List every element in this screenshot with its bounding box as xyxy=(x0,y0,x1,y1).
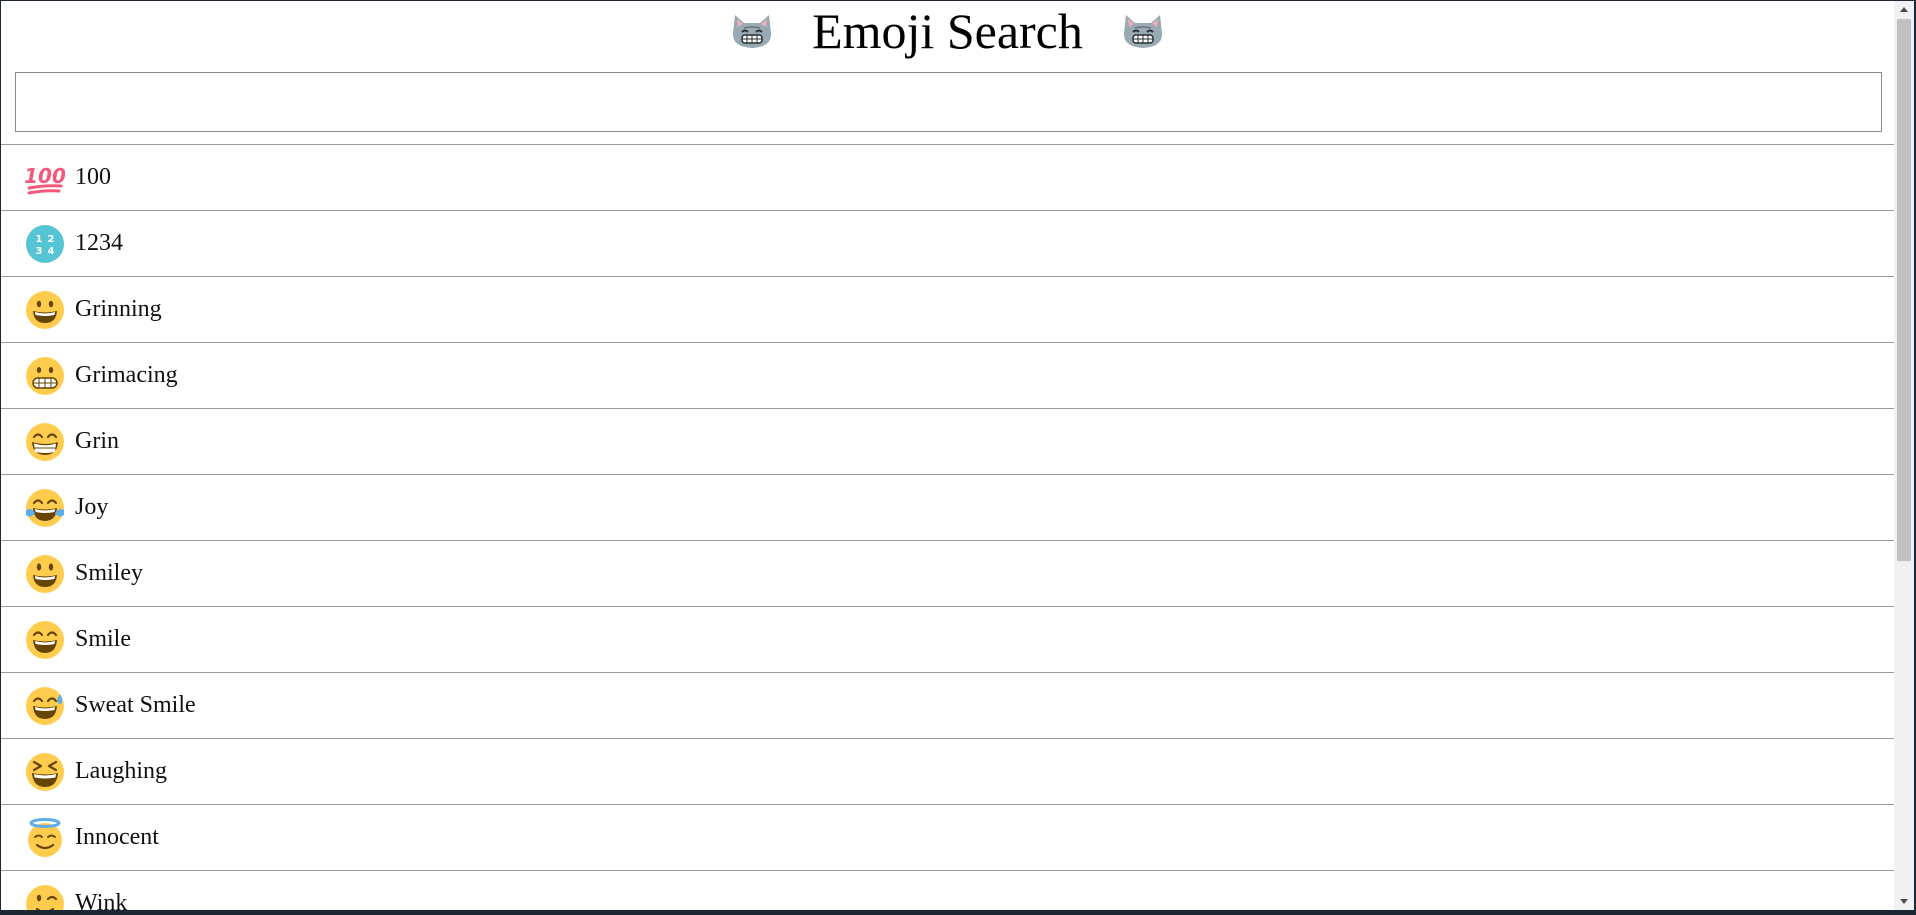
wink-face-icon xyxy=(25,884,65,910)
laughing-face-icon xyxy=(25,752,65,792)
smiley-face-icon xyxy=(25,554,65,594)
emoji-label: Grinning xyxy=(75,296,162,322)
emoji-item-sweat-smile[interactable]: Sweat Smile xyxy=(1,673,1894,739)
search-input[interactable] xyxy=(15,72,1882,132)
joy-face-icon xyxy=(25,488,65,528)
vertical-scrollbar[interactable] xyxy=(1894,1,1914,910)
emoji-item-innocent[interactable]: Innocent xyxy=(1,805,1894,871)
page-content: Emoji Search 100 100 1 2 3 4 1234 Grinni… xyxy=(1,1,1894,910)
emoji-label: 1234 xyxy=(75,230,123,256)
emoji-item-grin[interactable]: Grin xyxy=(1,409,1894,475)
grinning-face-icon xyxy=(25,290,65,330)
emoji-label: Smile xyxy=(75,626,132,652)
emoji-label: Smiley xyxy=(75,560,144,586)
input-numbers-icon: 1 2 3 4 xyxy=(25,224,65,264)
emoji-label: Sweat Smile xyxy=(75,692,196,718)
emoji-item-smile[interactable]: Smile xyxy=(1,607,1894,673)
emoji-item-grinning[interactable]: Grinning xyxy=(1,277,1894,343)
emoji-label: Grin xyxy=(75,428,119,454)
scroll-up-arrow-icon[interactable] xyxy=(1894,1,1914,18)
hundred-points-icon: 100 xyxy=(25,158,65,198)
innocent-face-icon xyxy=(25,817,65,858)
emoji-results-list: 100 100 1 2 3 4 1234 Grinning Grimacing … xyxy=(1,145,1894,910)
grimacing-face-icon xyxy=(25,356,65,396)
browser-viewport: Emoji Search 100 100 1 2 3 4 1234 Grinni… xyxy=(1,1,1914,910)
emoji-item-joy[interactable]: Joy xyxy=(1,475,1894,541)
emoji-label: Joy xyxy=(75,494,109,520)
svg-text:2: 2 xyxy=(48,234,55,245)
page-header: Emoji Search xyxy=(1,1,1894,61)
emoji-item-100[interactable]: 100 100 xyxy=(1,145,1894,211)
svg-text:1: 1 xyxy=(36,234,43,245)
grinning-cat-icon xyxy=(722,1,782,61)
emoji-label: Wink xyxy=(75,890,128,910)
grin-face-icon xyxy=(25,422,65,462)
emoji-item-smiley[interactable]: Smiley xyxy=(1,541,1894,607)
emoji-item-grimacing[interactable]: Grimacing xyxy=(1,343,1894,409)
svg-text:3: 3 xyxy=(36,246,43,257)
page-title: Emoji Search xyxy=(812,3,1083,59)
sweat-smile-face-icon xyxy=(25,686,65,726)
emoji-label: Laughing xyxy=(75,758,167,784)
svg-text:4: 4 xyxy=(48,246,55,257)
emoji-label: Grimacing xyxy=(75,362,178,388)
search-section xyxy=(1,61,1894,145)
grinning-cat-icon xyxy=(1113,1,1173,61)
emoji-label: 100 xyxy=(75,164,111,190)
emoji-item-1234[interactable]: 1 2 3 4 1234 xyxy=(1,211,1894,277)
emoji-item-laughing[interactable]: Laughing xyxy=(1,739,1894,805)
emoji-label: Innocent xyxy=(75,824,159,850)
smile-face-icon xyxy=(25,620,65,660)
scrollbar-thumb[interactable] xyxy=(1897,19,1911,561)
scroll-down-arrow-icon[interactable] xyxy=(1894,893,1914,910)
emoji-item-wink[interactable]: Wink xyxy=(1,871,1894,910)
